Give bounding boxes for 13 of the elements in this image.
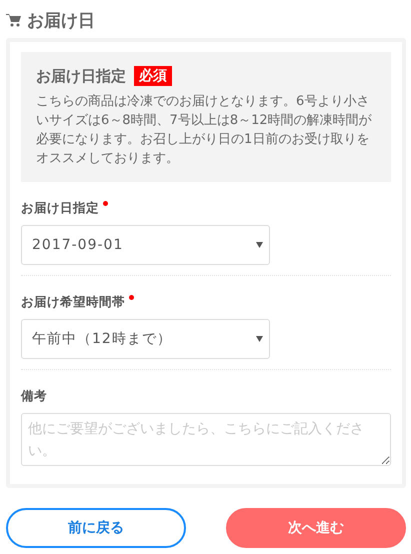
field-label: 備考 [21, 388, 47, 405]
field-label: お届け希望時間帯 [21, 294, 125, 311]
select-field[interactable]: 午前中（12時まで） [21, 319, 270, 359]
caret-icon [256, 336, 263, 342]
caret-icon [256, 242, 263, 248]
notice-title: お届け日指定 [36, 66, 126, 86]
section-title: お届け日 [27, 10, 95, 32]
field-label: お届け日指定 [21, 200, 99, 217]
back-button[interactable]: 前に戻る [6, 508, 186, 548]
notice-text: こちらの商品は冷凍でのお届けとなります。6号より小さいサイズは6～8時間、7号以上は8～12時間の解凍時間が必要になります。お召し上がり日の1日前のお受け取りをオススメしております。 [36, 93, 373, 168]
select-field[interactable]: 2017-09-01 [21, 225, 270, 265]
cart-icon [6, 13, 21, 27]
required-badge: 必須 [134, 66, 172, 86]
